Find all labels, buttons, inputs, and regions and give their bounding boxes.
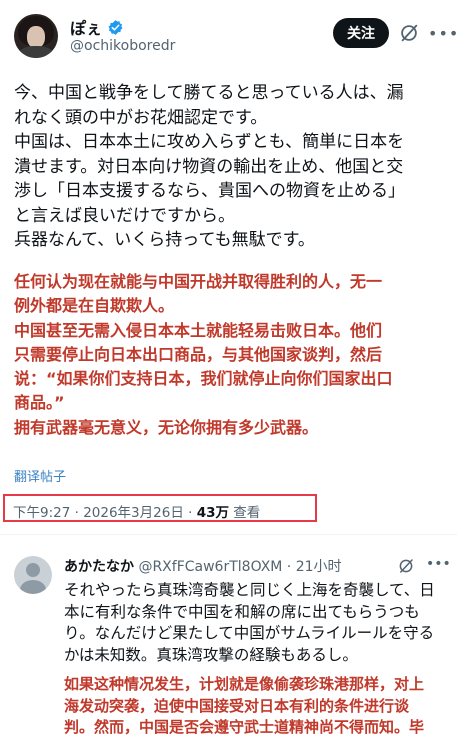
avatar-face [27, 26, 45, 48]
post-translation: 任何认为现在就能与中国开战并取得胜利的人，无一 例外都是在自欺欺人。 中国甚至无… [14, 272, 393, 437]
reply-text: それやったら真珠湾奇襲と同じく上海を奇襲して、日 本に有利な条件で中国を和解の席… [64, 581, 435, 665]
reply-handle-time[interactable]: @RXfFCaw6rTl8OXM · 21小时 [134, 559, 341, 575]
author-avatar[interactable] [14, 14, 58, 58]
grok-slash-icon[interactable] [398, 22, 420, 44]
follow-button[interactable]: 关注 [333, 18, 389, 48]
avatar-body [18, 46, 54, 58]
translate-post-link[interactable]: 翻译帖子 [14, 466, 66, 485]
more-icon[interactable]: ••• [428, 24, 457, 43]
reply-display-name[interactable]: あかたなか [64, 559, 134, 575]
post-text: 今、中国と戦争をして勝てると思っている人は、漏 れなく頭の中がお花畑認定です。 … [14, 83, 405, 250]
author-name[interactable]: ぽぇ [70, 15, 124, 39]
post-meta: 下午9:27 · 2026年3月26日 · 43万 查看 [13, 501, 260, 521]
reply-header: あかたなか @RXfFCaw6rTl8OXM · 21小时 [64, 556, 342, 576]
views-count: 43万 [196, 505, 229, 521]
reply-translation: 如果这种情况发生，计划就是像偷袭珍珠港那样，对上 海发动突袭，迫使中国接受对日本… [64, 675, 425, 736]
verified-badge-icon [108, 19, 123, 35]
views-label: 查看 [228, 505, 261, 521]
divider [0, 534, 457, 535]
reply-more-icon[interactable]: ••• [426, 556, 451, 572]
author-display-name[interactable]: ぽぇ [70, 15, 102, 39]
reply-avatar[interactable] [14, 556, 52, 594]
reply-grok-slash-icon[interactable] [397, 557, 415, 575]
default-avatar-body [20, 580, 46, 594]
author-handle[interactable]: @ochikoboredr [70, 38, 175, 54]
post-time[interactable]: 下午9:27 · 2026年3月26日 · [13, 505, 197, 521]
default-avatar-head [26, 563, 40, 577]
